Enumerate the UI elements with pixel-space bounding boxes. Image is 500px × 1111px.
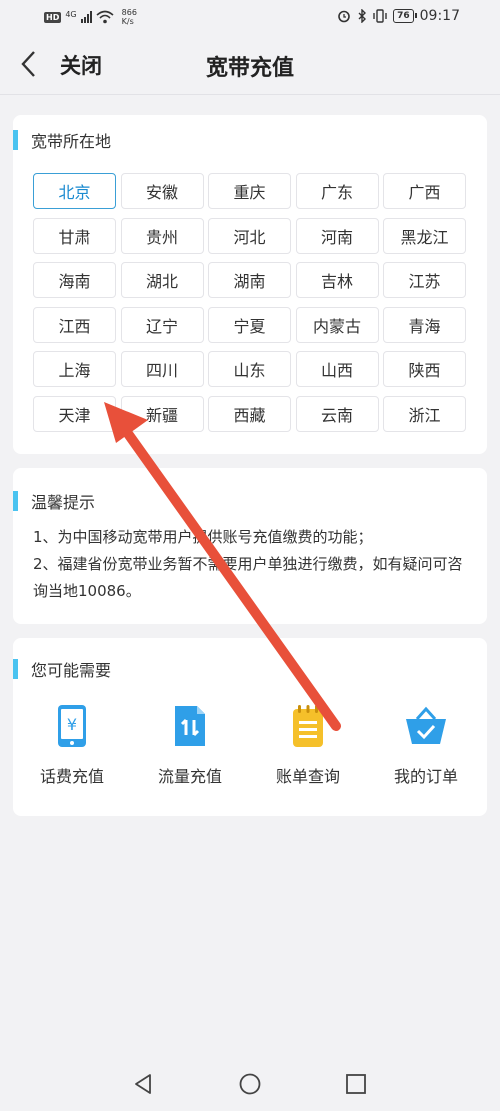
region-option[interactable]: 海南 bbox=[33, 262, 116, 299]
region-option[interactable]: 广西 bbox=[383, 173, 466, 209]
vibrate-icon bbox=[373, 9, 387, 23]
service-label: 话费充值 bbox=[39, 767, 104, 786]
region-option[interactable]: 浙江 bbox=[383, 395, 466, 432]
tips-section-title: 温馨提示 bbox=[13, 490, 95, 512]
network-type: 4G bbox=[65, 9, 77, 19]
service-label: 账单查询 bbox=[275, 767, 340, 786]
status-bar: HD 4G 866 K/s 76 09:17 bbox=[0, 0, 500, 34]
tips-text: 1、为中国移动宽带用户提供账号充值缴费的功能； 2、福建省份宽带业务暂不需要用户… bbox=[33, 524, 473, 605]
region-option[interactable]: 安徽 bbox=[120, 173, 204, 209]
region-grid: 北京 安徽 重庆 广东 广西甘肃 贵州 河北 河南 黑龙江海南 湖北 湖南 吉林 江苏江西 辽宁 宁夏 内蒙古… bbox=[33, 173, 466, 432]
region-option[interactable]: 内蒙古 bbox=[295, 306, 379, 343]
hd-badge: HD bbox=[44, 11, 62, 23]
svg-text:¥: ¥ bbox=[67, 715, 77, 734]
region-option[interactable]: 云南 bbox=[295, 395, 379, 432]
region-option[interactable]: 宁夏 bbox=[208, 306, 291, 343]
service-data-recharge[interactable]: 流量充值 bbox=[131, 704, 249, 787]
data-recharge-icon bbox=[175, 706, 205, 746]
wifi-icon bbox=[96, 10, 114, 24]
services-card: 您可能需要 ¥ 话费充值 流量充值 账单查询 我的订单 bbox=[13, 638, 487, 816]
region-option[interactable]: 河南 bbox=[295, 217, 379, 254]
bill-query-icon bbox=[293, 705, 323, 747]
services-row: ¥ 话费充值 流量充值 账单查询 我的订单 bbox=[13, 704, 487, 787]
region-option[interactable]: 陕西 bbox=[383, 351, 466, 388]
services-section-title: 您可能需要 bbox=[13, 658, 111, 680]
alarm-icon bbox=[338, 10, 350, 23]
region-option[interactable]: 江苏 bbox=[383, 262, 466, 299]
navigation-bar: 关闭 宽带充值 bbox=[0, 34, 500, 95]
nav-home-circle-icon[interactable] bbox=[239, 1073, 261, 1095]
battery-indicator: 76 bbox=[393, 9, 417, 23]
clock: 09:17 bbox=[419, 8, 460, 24]
service-my-orders[interactable]: 我的订单 bbox=[367, 704, 485, 787]
region-option[interactable]: 山西 bbox=[295, 351, 379, 388]
tip-line-2: 2、福建省份宽带业务暂不需要用户单独进行缴费，如有疑问可咨询当地10086。 bbox=[33, 555, 463, 600]
region-option[interactable]: 广东 bbox=[295, 173, 379, 209]
bluetooth-icon bbox=[358, 9, 367, 23]
region-option[interactable]: 天津 bbox=[33, 395, 116, 432]
region-option[interactable]: 新疆 bbox=[120, 395, 204, 432]
region-option[interactable]: 西藏 bbox=[208, 395, 291, 432]
region-option[interactable]: 河北 bbox=[208, 217, 291, 254]
service-bill-query[interactable]: 账单查询 bbox=[249, 704, 367, 787]
service-phone-recharge[interactable]: ¥ 话费充值 bbox=[13, 704, 131, 787]
region-card: 宽带所在地 北京 安徽 重庆 广东 广西甘肃 贵州 河北 河南 黑龙江海南 湖北 湖南 吉林 江苏江西辽… bbox=[13, 115, 487, 454]
region-option[interactable]: 辽宁 bbox=[120, 306, 204, 343]
network-speed: 866 K/s bbox=[121, 8, 137, 26]
service-label: 流量充值 bbox=[157, 767, 222, 786]
region-option[interactable]: 江西 bbox=[33, 306, 116, 343]
tip-line-1: 1、为中国移动宽带用户提供账号充值缴费的功能； bbox=[33, 528, 373, 546]
region-option[interactable]: 甘肃 bbox=[33, 217, 116, 254]
phone-recharge-icon: ¥ bbox=[58, 705, 86, 747]
region-option[interactable]: 湖北 bbox=[120, 262, 204, 299]
system-navigation-bar bbox=[0, 1050, 500, 1111]
region-option[interactable]: 黑龙江 bbox=[383, 217, 466, 254]
tips-card: 温馨提示 1、为中国移动宽带用户提供账号充值缴费的功能； 2、福建省份宽带业务暂… bbox=[13, 468, 487, 624]
service-label: 我的订单 bbox=[393, 767, 458, 786]
region-option[interactable]: 四川 bbox=[120, 351, 204, 388]
my-orders-basket-icon bbox=[406, 706, 446, 744]
page-title: 宽带充值 bbox=[205, 56, 294, 81]
region-option[interactable]: 青海 bbox=[383, 306, 466, 343]
region-option[interactable]: 北京 bbox=[33, 173, 116, 209]
region-option[interactable]: 贵州 bbox=[120, 217, 204, 254]
region-option[interactable]: 吉林 bbox=[295, 262, 379, 299]
region-option[interactable]: 重庆 bbox=[208, 173, 291, 209]
region-option[interactable]: 湖南 bbox=[208, 262, 291, 299]
region-section-title: 宽带所在地 bbox=[13, 129, 111, 151]
nav-back-triangle-icon[interactable] bbox=[132, 1073, 154, 1095]
nav-recents-square-icon[interactable] bbox=[345, 1073, 367, 1095]
signal-icon bbox=[80, 11, 92, 23]
region-option[interactable]: 上海 bbox=[33, 351, 116, 388]
region-option[interactable]: 山东 bbox=[208, 351, 291, 388]
